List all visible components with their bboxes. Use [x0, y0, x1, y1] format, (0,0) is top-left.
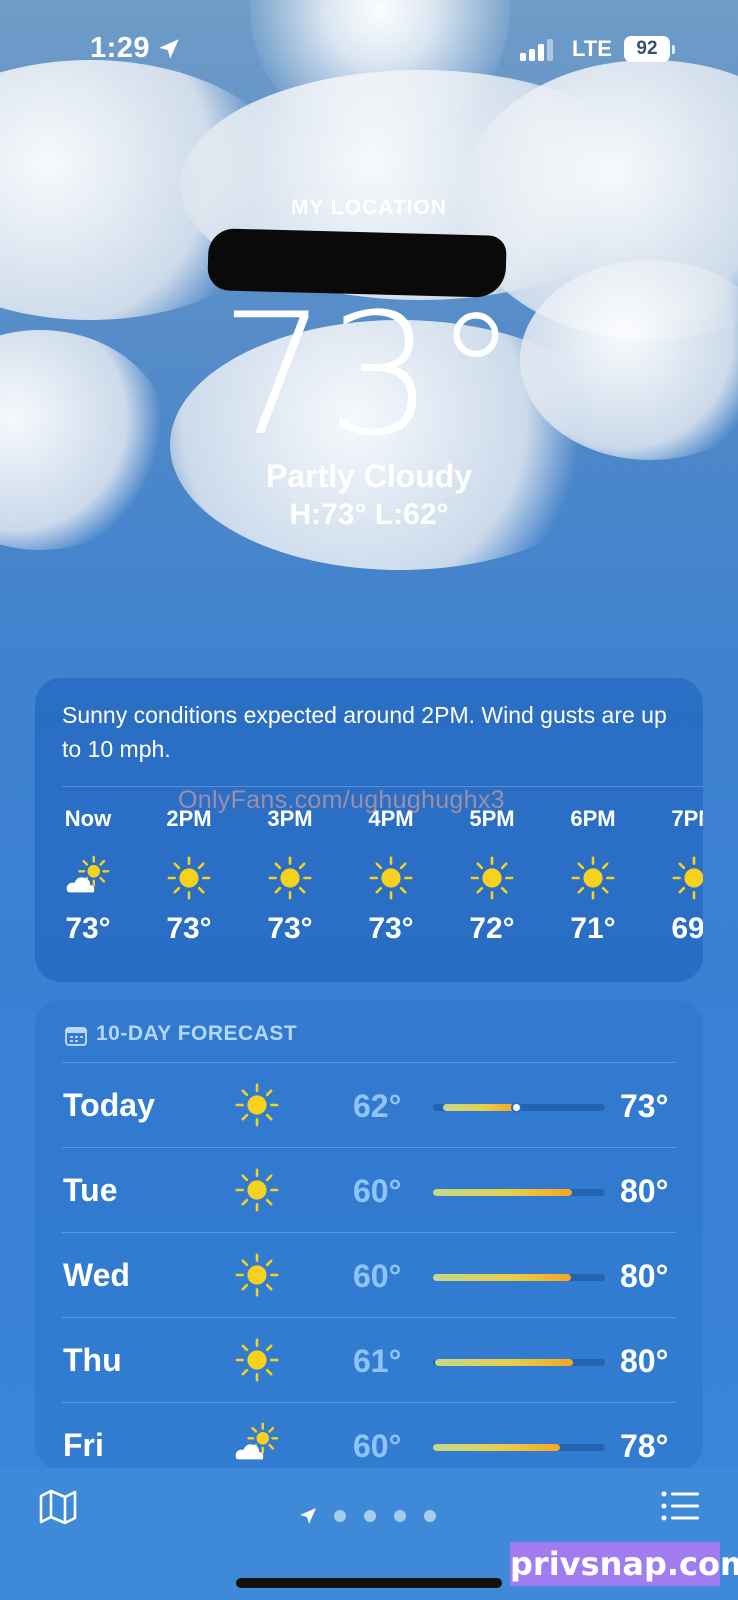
hour-item: 3PM 73° [240, 806, 340, 956]
battery-level: 92 [624, 36, 670, 62]
forecast-day: Today [63, 1087, 155, 1123]
hour-item: 4PM 73° [341, 806, 441, 956]
sun-icon [233, 1251, 281, 1299]
hour-temp: 73° [166, 912, 212, 945]
sun-icon [233, 1166, 281, 1214]
location-arrow-icon [159, 39, 179, 59]
forecast-row[interactable]: Tue 60° 80° [35, 1148, 703, 1234]
hour-item: 2PM 73° [139, 806, 239, 956]
temperature-range-bar [433, 1102, 605, 1113]
sun-icon [233, 1336, 281, 1384]
cellular-signal-icon [520, 39, 553, 61]
hour-item: 5PM 72° [442, 806, 542, 956]
hour-temp: 71° [570, 912, 616, 945]
ten-day-forecast-card[interactable]: 10-DAY FORECAST Today 62° 73° Tue 60° 80° Wed 6… [35, 1000, 703, 1470]
sun-icon [468, 854, 516, 902]
location-label: MY LOCATION [290, 196, 448, 219]
temperature-range-bar [433, 1189, 605, 1196]
forecast-low: 60° [353, 1258, 402, 1294]
temperature-range-fill [433, 1274, 571, 1281]
temperature-range-fill [435, 1359, 573, 1366]
forecast-high: 73° [620, 1088, 669, 1124]
hour-temp: 72° [469, 912, 515, 945]
current-temperature: 73° [220, 277, 518, 473]
forecast-day: Thu [63, 1342, 122, 1378]
forecast-high: 80° [620, 1343, 669, 1379]
home-indicator[interactable] [236, 1578, 502, 1588]
sun-icon [367, 854, 415, 902]
page-indicator[interactable] [298, 1504, 438, 1528]
temperature-range-bar [433, 1274, 605, 1281]
partly-cloudy-icon [64, 854, 112, 902]
forecast-low: 60° [353, 1173, 402, 1209]
hour-temp: 73° [267, 912, 313, 945]
temperature-range-bar [433, 1444, 605, 1451]
hour-item: 7PM 69° [644, 806, 703, 956]
forecast-row[interactable]: Thu 61° 80° [35, 1318, 703, 1404]
hourly-summary: Sunny conditions expected around 2PM. Wi… [62, 702, 667, 762]
hour-label: 6PM [570, 806, 616, 831]
forecast-day: Fri [63, 1427, 104, 1463]
high-low: H:73° L:62° [289, 498, 449, 531]
forecast-low: 61° [353, 1343, 402, 1379]
sun-icon [233, 1081, 281, 1129]
calendar-icon [65, 1027, 87, 1046]
sun-icon [165, 854, 213, 902]
forecast-row[interactable]: Fri 60° 78° [35, 1403, 703, 1470]
network-type: LTE [572, 36, 612, 61]
sun-icon [266, 854, 314, 902]
temperature-range-fill [443, 1104, 515, 1111]
forecast-row[interactable]: Today 62° 73° [35, 1063, 703, 1149]
forecast-day: Wed [63, 1257, 130, 1293]
location-header: MY LOCATION [0, 196, 738, 220]
hour-label: Now [64, 806, 112, 831]
hour-item: 6PM 71° [543, 806, 643, 956]
hour-item: Now 73° [38, 806, 138, 956]
forecast-high: 78° [620, 1428, 669, 1464]
sun-icon [569, 854, 617, 902]
hour-label: 7PM [671, 806, 703, 831]
current-temp-marker [511, 1102, 522, 1113]
forecast-row[interactable]: Wed 60° 80° [35, 1233, 703, 1319]
temperature-range-fill [433, 1189, 572, 1196]
battery-cap [672, 45, 675, 54]
map-icon[interactable] [38, 1488, 78, 1526]
watermark-text: OnlyFans.com/ughughughx3 [178, 786, 505, 814]
forecast-high: 80° [620, 1173, 669, 1209]
status-time: 1:29 [90, 32, 151, 64]
temperature-range-fill [433, 1444, 560, 1451]
forecast-low: 60° [353, 1428, 402, 1464]
hour-temp: 69° [671, 912, 703, 945]
list-icon[interactable] [660, 1490, 700, 1522]
forecast-day: Tue [63, 1172, 118, 1208]
forecast-low: 62° [353, 1088, 402, 1124]
hour-temp: 73° [368, 912, 414, 945]
hourly-forecast-card[interactable]: Sunny conditions expected around 2PM. Wi… [35, 678, 703, 982]
privsnap-watermark: privsnap.com [510, 1542, 738, 1586]
temperature-range-bar [433, 1359, 605, 1366]
current-condition: Partly Cloudy [265, 458, 473, 494]
status-bar: 1:29 LTE 92 [0, 0, 738, 100]
location-page-icon [300, 1508, 316, 1524]
forecast-title: 10-DAY FORECAST [96, 1022, 298, 1045]
hour-temp: 73° [65, 912, 111, 945]
forecast-high: 80° [620, 1258, 669, 1294]
sun-icon [670, 854, 703, 902]
partly-cloudy-icon [233, 1421, 281, 1469]
